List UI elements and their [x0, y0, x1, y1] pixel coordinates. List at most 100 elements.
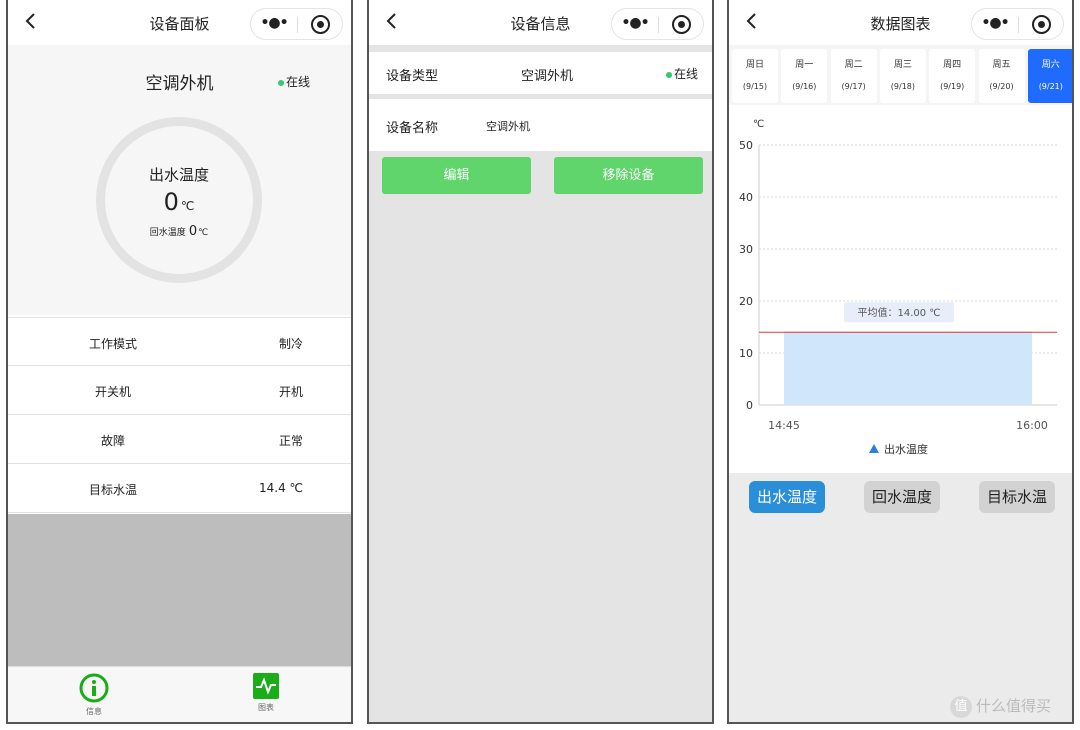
series-button-return[interactable]: 回水温度 — [864, 481, 940, 513]
y-tick-label: 20 — [739, 295, 753, 308]
tab-bar: 信息 图表 — [8, 666, 351, 722]
list-item: 目标水温 14.4 ℃ — [8, 464, 351, 513]
list-item: 故障 正常 — [8, 415, 351, 464]
status-badge: 在线 — [278, 73, 310, 90]
outlet-temp-unit: ℃ — [180, 199, 195, 213]
legend-label: 出水温度 — [884, 442, 928, 456]
y-tick-label: 10 — [739, 347, 753, 360]
row-value: 开机 — [278, 385, 303, 399]
close-target-icon[interactable] — [311, 15, 330, 34]
average-label: 平均值：14.00 ℃ — [857, 306, 940, 319]
day-date: (9/20) — [989, 82, 1014, 91]
day-tab[interactable]: 周三 (9/18) — [879, 49, 926, 103]
y-tick-label: 40 — [739, 191, 753, 204]
capsule-divider — [1018, 17, 1019, 33]
more-icon[interactable]: •●• — [612, 9, 658, 39]
day-tab[interactable]: 周二 (9/17) — [830, 49, 877, 103]
series-button-outlet[interactable]: 出水温度 — [749, 481, 825, 513]
capsule-divider — [658, 17, 659, 33]
day-tab[interactable]: 周四 (9/19) — [929, 49, 976, 103]
day-date: (9/18) — [890, 82, 915, 91]
capsule-divider — [297, 17, 298, 33]
mini-program-capsule: •●• — [971, 8, 1064, 40]
y-tick-label: 0 — [746, 399, 753, 412]
row-value: 14.4 ℃ — [258, 481, 303, 495]
day-tab[interactable]: 周一 (9/16) — [781, 49, 828, 103]
data-chart-screen: 数据图表 •●• 周日 (9/15) 周一 (9/16) 周二 (9/17) 周三 (9/18… — [727, 0, 1074, 724]
status-badge: 在线 — [665, 65, 698, 82]
more-icon[interactable]: •●• — [972, 9, 1018, 39]
row-value: 正常 — [278, 434, 303, 448]
day-tab[interactable]: 周六 (9/21) — [1027, 49, 1072, 103]
device-name-row[interactable]: 设备名称 空调外机 — [369, 99, 712, 151]
online-dot-icon — [665, 71, 672, 78]
day-tab[interactable]: 周五 (9/20) — [978, 49, 1025, 103]
gauge-label: 出水温度 — [148, 166, 209, 184]
status-text: 在线 — [286, 75, 311, 89]
day-date: (9/21) — [1038, 82, 1063, 91]
day-date: (9/15) — [742, 82, 768, 91]
device-type-label: 设备类型 — [386, 69, 439, 84]
series-button-target[interactable]: 目标水温 — [979, 481, 1055, 513]
nav-bar: 设备信息 •●• — [369, 0, 712, 45]
return-temp-label: 回水温度 — [149, 228, 186, 238]
watermark-text: 什么值得买 — [976, 697, 1052, 715]
row-value: 制冷 — [278, 337, 303, 351]
close-target-icon[interactable] — [672, 15, 691, 34]
row-label: 开关机 — [94, 385, 131, 399]
mini-program-capsule: •●• — [250, 8, 343, 40]
day-name: 周三 — [893, 60, 912, 70]
week-selector: 周日 (9/15) 周一 (9/16) 周二 (9/17) 周三 (9/18) 周四 (9/19)… — [729, 45, 1072, 105]
nav-bar: 数据图表 •●• — [729, 0, 1072, 45]
more-icon[interactable]: •●• — [251, 9, 297, 39]
temperature-gauge: 出水温度 0 ℃ 回水温度 0℃ — [96, 117, 262, 283]
series-selector: 出水温度 回水温度 目标水温 — [729, 473, 1072, 722]
return-temp: 回水温度 0℃ — [105, 224, 253, 239]
day-name: 周四 — [943, 60, 962, 70]
row-label: 工作模式 — [88, 337, 137, 351]
row-label: 故障 — [100, 434, 125, 448]
watermark: 值什么值得买 — [950, 695, 1051, 718]
x-tick-label: 14:45 — [768, 419, 800, 432]
mini-program-capsule: •●• — [611, 8, 704, 40]
day-tab[interactable]: 周日 (9/15) — [732, 49, 778, 103]
smzdm-logo-icon: 值 — [950, 695, 972, 718]
day-date: (9/16) — [792, 82, 817, 91]
day-name: 周二 — [844, 60, 863, 70]
remove-device-button[interactable]: 移除设备 — [554, 157, 703, 194]
outlet-temp-value: 0 — [163, 188, 179, 216]
device-info-screen: 设备信息 •●• 设备类型 空调外机 在线 设备名称 空调外机 编辑 移除设备 — [367, 0, 714, 724]
day-date: (9/17) — [841, 82, 866, 91]
return-temp-value: 0 — [188, 224, 198, 239]
day-name: 周一 — [795, 60, 814, 70]
x-tick-label: 16:00 — [1016, 419, 1048, 432]
online-dot-icon — [278, 79, 284, 86]
y-tick-label: 30 — [739, 243, 753, 256]
close-target-icon[interactable] — [1032, 15, 1051, 34]
temperature-chart: ℃ 0 10 20 30 40 50 平均值：14.00 ℃ 14:45 16:00 出水温度 — [739, 119, 1057, 456]
gauge-value: 0 ℃ — [105, 188, 253, 216]
list-item: 工作模式 制冷 — [8, 317, 351, 366]
device-name-value: 空调外机 — [486, 120, 530, 133]
tab-info-label: 信息 — [86, 707, 102, 716]
return-temp-unit: ℃ — [198, 228, 209, 238]
day-name: 周五 — [992, 60, 1011, 70]
series-area-outlet-temp — [784, 332, 1032, 405]
status-text: 在线 — [673, 67, 698, 81]
list-item: 开关机 开机 — [8, 366, 351, 415]
tab-chart[interactable]: 图表 — [236, 673, 296, 713]
chart-container: ℃ 0 10 20 30 40 50 平均值：14.00 ℃ 14:45 16:00 出水温度 — [729, 105, 1072, 473]
device-overview: 空调外机 在线 出水温度 0 ℃ 回水温度 0℃ — [8, 45, 351, 315]
tab-info[interactable]: 信息 — [64, 673, 124, 717]
device-panel-screen: 设备面板 •●• 空调外机 在线 出水温度 0 ℃ 回水温度 0℃ 工作模式 制冷 … — [6, 0, 353, 724]
day-name: 周六 — [1041, 60, 1060, 70]
row-label: 目标水温 — [88, 483, 137, 497]
nav-bar: 设备面板 •●• — [8, 0, 351, 45]
info-body: 设备类型 空调外机 在线 设备名称 空调外机 编辑 移除设备 — [369, 45, 712, 722]
day-date: (9/19) — [940, 82, 965, 91]
chart-icon — [253, 673, 279, 699]
status-list: 工作模式 制冷 开关机 开机 故障 正常 目标水温 14.4 ℃ — [8, 317, 351, 513]
device-name-label: 设备名称 — [386, 121, 439, 136]
edit-button[interactable]: 编辑 — [382, 157, 531, 194]
y-axis-unit-label: ℃ — [753, 119, 764, 130]
